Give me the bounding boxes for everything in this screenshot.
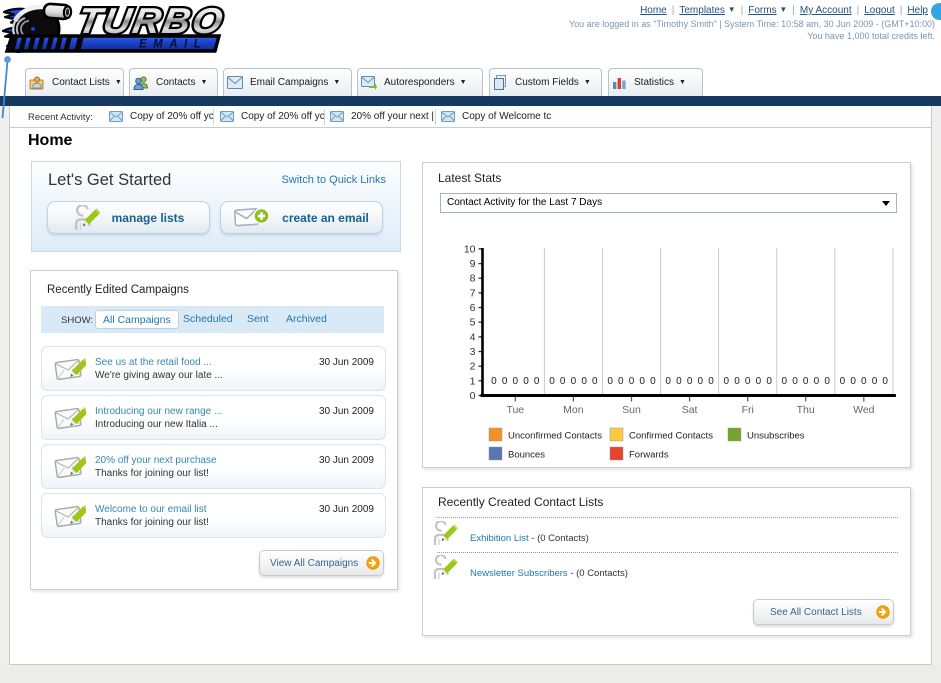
svg-text:0: 0 (592, 376, 598, 387)
svg-text:Sun: Sun (622, 404, 641, 416)
svg-text:10: 10 (464, 243, 476, 255)
svg-text:0: 0 (523, 376, 529, 387)
svg-text:0: 0 (724, 376, 730, 387)
svg-text:0: 0 (687, 376, 693, 387)
svg-text:6: 6 (470, 302, 476, 314)
svg-text:0: 0 (840, 376, 846, 387)
svg-text:Confirmed Contacts: Confirmed Contacts (629, 431, 713, 442)
svg-text:0: 0 (766, 376, 772, 387)
svg-text:0: 0 (734, 376, 740, 387)
svg-text:Unsubscribes: Unsubscribes (747, 431, 805, 442)
svg-text:0: 0 (581, 376, 587, 387)
svg-text:0: 0 (756, 376, 762, 387)
svg-text:8: 8 (470, 273, 476, 285)
svg-text:0: 0 (803, 376, 809, 387)
svg-text:0: 0 (470, 390, 476, 402)
svg-text:0: 0 (491, 376, 497, 387)
svg-text:0: 0 (882, 376, 888, 387)
svg-text:0: 0 (607, 376, 613, 387)
svg-text:0: 0 (571, 376, 577, 387)
svg-text:Bounces: Bounces (508, 450, 545, 461)
svg-text:0: 0 (549, 376, 555, 387)
svg-text:0: 0 (534, 376, 540, 387)
svg-text:Mon: Mon (563, 404, 584, 416)
svg-text:Forwards: Forwards (629, 450, 669, 461)
svg-text:4: 4 (470, 331, 476, 343)
svg-text:0: 0 (560, 376, 566, 387)
svg-text:5: 5 (470, 317, 476, 329)
svg-text:0: 0 (698, 376, 704, 387)
svg-text:Thu: Thu (797, 404, 815, 416)
svg-text:0: 0 (629, 376, 635, 387)
svg-text:Unconfirmed Contacts: Unconfirmed Contacts (508, 431, 602, 442)
svg-text:7: 7 (470, 287, 476, 299)
svg-text:1: 1 (470, 375, 476, 387)
svg-text:Wed: Wed (853, 404, 875, 416)
svg-text:Fri: Fri (742, 404, 754, 416)
svg-text:0: 0 (814, 376, 820, 387)
svg-text:0: 0 (665, 376, 671, 387)
svg-text:Tue: Tue (506, 404, 524, 416)
svg-text:0: 0 (850, 376, 856, 387)
svg-text:0: 0 (782, 376, 788, 387)
svg-text:0: 0 (792, 376, 798, 387)
svg-text:0: 0 (745, 376, 751, 387)
svg-text:3: 3 (470, 346, 476, 358)
svg-text:0: 0 (639, 376, 645, 387)
svg-text:0: 0 (708, 376, 714, 387)
svg-text:EMAIL: EMAIL (139, 39, 207, 51)
svg-text:0: 0 (872, 376, 878, 387)
svg-text:9: 9 (470, 258, 476, 270)
svg-text:0: 0 (513, 376, 519, 387)
svg-text:Sat: Sat (682, 404, 698, 416)
svg-text:2: 2 (470, 361, 476, 373)
svg-text:0: 0 (618, 376, 624, 387)
svg-text:0: 0 (676, 376, 682, 387)
svg-text:0: 0 (824, 376, 830, 387)
svg-text:0: 0 (861, 376, 867, 387)
svg-text:0: 0 (650, 376, 656, 387)
svg-text:0: 0 (502, 376, 508, 387)
